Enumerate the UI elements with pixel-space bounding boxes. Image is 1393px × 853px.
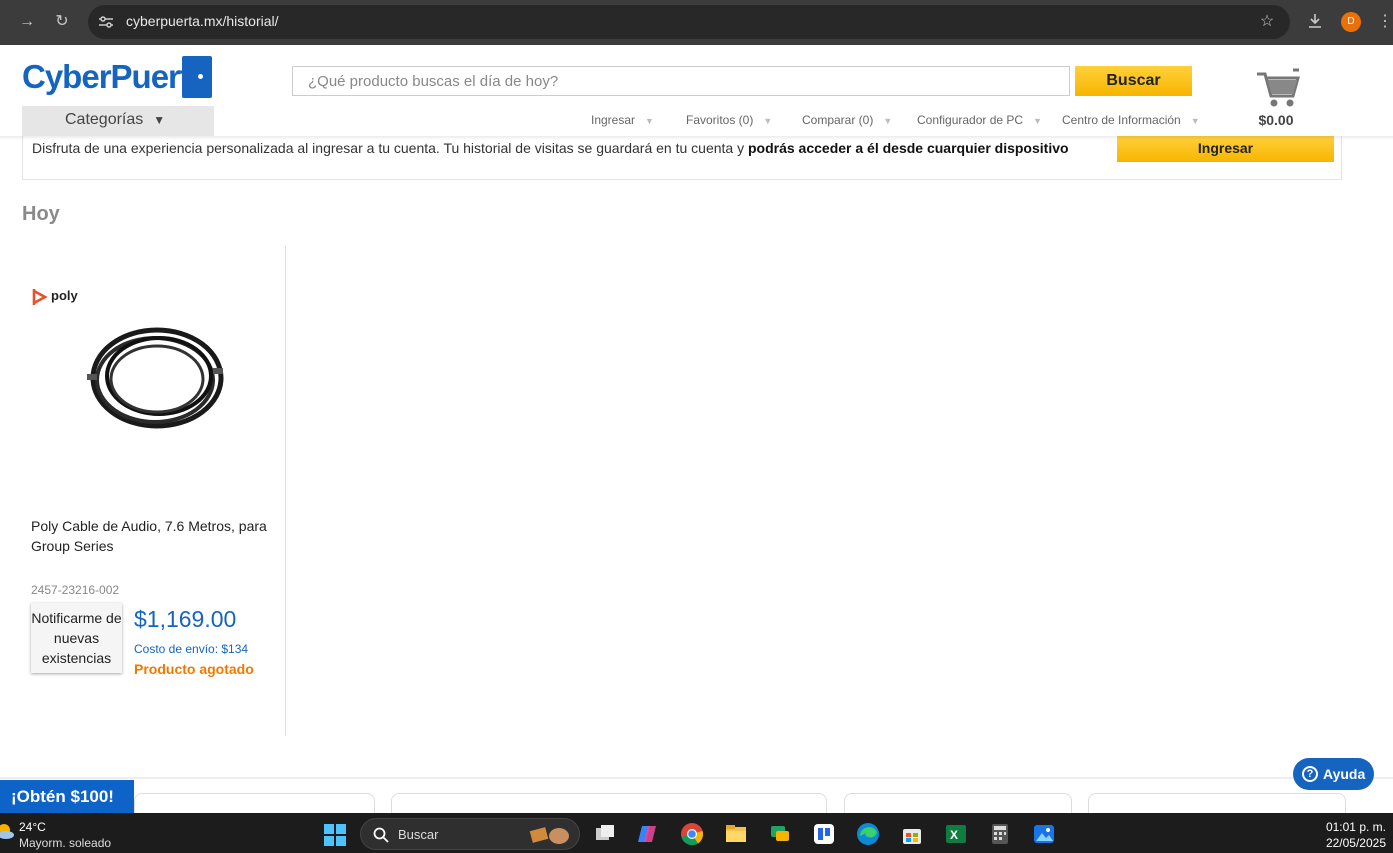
help-button[interactable]: ? Ayuda — [1293, 758, 1374, 790]
login-notice: Disfruta de una experiencia personalizad… — [22, 136, 1342, 180]
search-icon — [373, 827, 389, 843]
nav-favoritos[interactable]: Favoritos (0) ▼ — [686, 113, 772, 127]
forward-icon[interactable]: → — [17, 12, 37, 32]
header-shadow — [0, 136, 1393, 140]
footer-box — [1088, 793, 1346, 813]
weather-description[interactable]: Mayorm. soleado — [19, 836, 111, 850]
help-question-icon: ? — [1302, 766, 1318, 782]
caret-down-icon: ▼ — [153, 113, 166, 127]
shopping-cart-icon[interactable] — [1255, 68, 1301, 108]
logo-text: CyberPuerta — [22, 58, 208, 95]
chrome-icon[interactable] — [680, 822, 704, 846]
task-view-icon[interactable] — [593, 822, 617, 846]
store-icon[interactable] — [900, 822, 924, 846]
nav-label: Centro de Información — [1062, 113, 1181, 127]
footer-box — [134, 793, 375, 813]
nav-label: Favoritos (0) — [686, 113, 754, 127]
cart-total[interactable]: $0.00 — [1240, 112, 1312, 128]
windows-taskbar: 24°C Mayorm. soleado Buscar X 01:01 p. m… — [0, 813, 1393, 853]
promo-button[interactable]: ¡Obtén $100! — [0, 780, 134, 813]
caret-down-icon: ▼ — [883, 116, 893, 126]
product-image[interactable] — [77, 316, 237, 446]
product-price: $1,169.00 — [134, 606, 237, 632]
caret-down-icon: ▼ — [645, 116, 654, 126]
site-settings-icon[interactable] — [97, 14, 115, 30]
footer-divider — [0, 777, 1393, 779]
taskbar-search-label: Buscar — [398, 827, 439, 842]
search-input[interactable] — [293, 67, 1069, 95]
section-title: Hoy — [22, 203, 60, 225]
help-label: Ayuda — [1323, 766, 1366, 782]
taskbar-search[interactable]: Buscar — [360, 818, 580, 850]
notice-text: Disfruta de una experiencia personalizad… — [32, 140, 1069, 156]
menu-kebab-icon[interactable]: ⋮ — [1377, 12, 1393, 32]
door-logo-icon — [182, 56, 212, 98]
product-card: poly Poly Cable de Audio, 7.6 Metros, pa… — [22, 246, 286, 736]
profile-avatar[interactable]: D — [1341, 12, 1361, 32]
brand-logo[interactable]: poly — [31, 286, 91, 308]
excel-icon[interactable]: X — [944, 822, 968, 846]
nav-configurador[interactable]: Configurador de PC ▼ — [917, 113, 1042, 127]
calculator-icon[interactable] — [988, 822, 1012, 846]
weather-sun-cloud-icon[interactable] — [0, 821, 16, 841]
nav-label: Comparar (0) — [802, 113, 874, 127]
notice-text-plain: Disfruta de una experiencia personalizad… — [32, 140, 748, 156]
weather-temperature[interactable]: 24°C — [19, 820, 46, 834]
nav-comparar[interactable]: Comparar (0) ▼ — [802, 113, 892, 127]
edge-icon[interactable] — [856, 822, 880, 846]
nav-label: Configurador de PC — [917, 113, 1024, 127]
browser-toolbar: → ↻ cyberpuerta.mx/historial/ ☆ D ⋮ — [0, 0, 1393, 45]
caret-down-icon: ▼ — [1033, 116, 1042, 126]
url-text[interactable]: cyberpuerta.mx/historial/ — [126, 13, 279, 29]
product-name-link[interactable]: Poly Cable de Audio, 7.6 Metros, para Gr… — [31, 516, 281, 556]
search-button[interactable]: Buscar — [1075, 66, 1192, 96]
caret-down-icon: ▼ — [763, 116, 773, 126]
notice-text-bold: podrás acceder a él desde cuarquier disp… — [747, 140, 1069, 156]
photos-icon[interactable] — [1032, 822, 1056, 846]
site-logo[interactable]: CyberPuerta — [22, 56, 214, 100]
stock-status: Producto agotado — [134, 661, 254, 677]
download-icon[interactable] — [1306, 12, 1324, 30]
brand-name: poly — [51, 288, 78, 303]
bookmark-star-icon[interactable]: ☆ — [1257, 12, 1277, 32]
product-sku: 2457-23216-002 — [31, 583, 120, 597]
clock-date[interactable]: 22/05/2025 — [1300, 836, 1386, 850]
svg-text:X: X — [950, 828, 958, 842]
todo-app-icon[interactable] — [812, 822, 836, 846]
windows-start-icon[interactable] — [323, 823, 347, 847]
nav-ingresar[interactable]: Ingresar ▼ — [591, 113, 654, 127]
caret-down-icon: ▼ — [1190, 116, 1200, 126]
nav-label: Ingresar — [591, 113, 636, 127]
search-highlight-icon — [529, 827, 569, 844]
categories-label: Categorías — [65, 111, 144, 128]
categories-dropdown[interactable]: Categorías ▼ — [22, 106, 214, 136]
search-input-wrapper[interactable] — [292, 66, 1070, 96]
clock-time[interactable]: 01:01 p. m. — [1300, 820, 1386, 834]
file-explorer-icon[interactable] — [724, 822, 748, 846]
footer-box — [391, 793, 827, 813]
copilot-icon[interactable] — [636, 822, 660, 846]
poly-logo-icon — [32, 289, 48, 305]
shipping-cost: Costo de envío: $134 — [134, 642, 249, 656]
notify-stock-button[interactable]: Notificarme de nuevas existencias — [31, 603, 122, 673]
footer-box — [844, 793, 1072, 813]
chat-app-icon[interactable] — [768, 822, 792, 846]
reload-icon[interactable]: ↻ — [52, 12, 72, 32]
nav-centro-informacion[interactable]: Centro de Información ▼ — [1062, 113, 1200, 127]
